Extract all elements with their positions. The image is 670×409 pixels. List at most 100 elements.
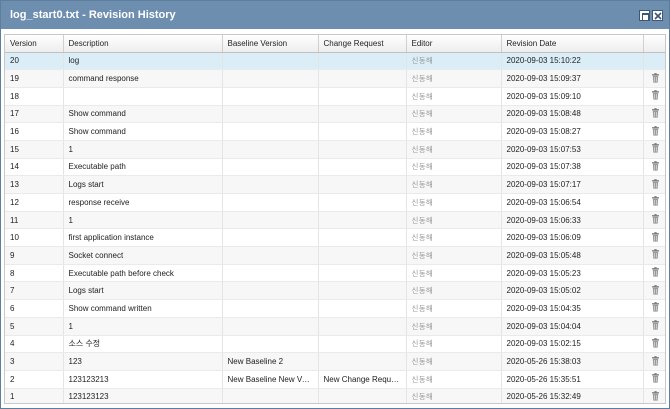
description-cell: 1 xyxy=(63,140,223,159)
delete-cell xyxy=(643,228,665,248)
table-row[interactable]: 6 Show command written 신동해 2020-09-03 15:04… xyxy=(5,299,665,318)
trash-icon[interactable] xyxy=(651,143,660,155)
trash-icon[interactable] xyxy=(651,355,660,368)
trash-icon[interactable] xyxy=(651,302,660,314)
revision-date-cell: 2020-09-03 15:08:27 xyxy=(501,122,644,141)
revision-history-window: log_start0.txt - Revision History Versio… xyxy=(0,0,670,409)
revision-date-cell: 2020-09-03 15:07:53 xyxy=(501,140,644,159)
version-cell: 14 xyxy=(5,158,64,177)
trash-icon[interactable] xyxy=(651,214,660,226)
delete-cell xyxy=(643,388,665,403)
baseline-version-cell xyxy=(222,264,319,283)
table-row[interactable]: 3 123 New Baseline 2 신동해 2020-05-26 15:38:03 xyxy=(5,352,665,371)
baseline-version-cell xyxy=(222,299,319,318)
trash-icon[interactable] xyxy=(651,161,660,173)
table-row[interactable]: 20 log 신동해 2020-09-03 15:10:22 xyxy=(5,52,665,71)
table-row[interactable]: 1 123123123 신동해 2020-05-26 15:32:49 xyxy=(5,388,665,403)
table-row[interactable]: 12 response receive 신동해 2020-09-03 15:06:54 xyxy=(5,193,665,212)
column-header-description[interactable]: Description xyxy=(63,35,223,53)
column-header-actions xyxy=(643,35,665,53)
trash-icon[interactable] xyxy=(651,391,660,403)
delete-cell xyxy=(643,281,665,301)
column-header-revision-date[interactable]: Revision Date xyxy=(501,35,644,53)
change-request-cell xyxy=(318,211,407,230)
table-row[interactable]: 16 Show command 신동해 2020-09-03 15:08:27 xyxy=(5,122,665,141)
trash-icon[interactable] xyxy=(651,267,660,279)
table-row[interactable]: 17 Show command 신동해 2020-09-03 15:08:48 xyxy=(5,105,665,124)
title-bar[interactable]: log_start0.txt - Revision History xyxy=(1,1,669,29)
trash-icon[interactable] xyxy=(651,196,660,208)
editor-cell: 신동해 xyxy=(406,317,502,336)
version-cell: 8 xyxy=(5,264,64,283)
revision-table: Version Description Baseline Version Cha… xyxy=(5,35,665,403)
description-cell: command response xyxy=(63,69,223,88)
table-row[interactable]: 13 Logs start 신동해 2020-09-03 15:07:17 xyxy=(5,175,665,194)
table-row[interactable]: 10 first application instance 신동해 2020-09-0… xyxy=(5,228,665,248)
baseline-version-cell xyxy=(222,87,319,106)
description-cell: first application instance xyxy=(63,228,223,248)
table-row[interactable]: 18 신동해 2020-09-03 15:09:10 xyxy=(5,87,665,106)
table-row[interactable]: 11 1 신동해 2020-09-03 15:06:33 xyxy=(5,211,665,230)
trash-icon[interactable] xyxy=(651,284,660,297)
change-request-cell: New Change Request xyxy=(318,370,407,389)
trash-icon[interactable] xyxy=(651,249,660,261)
editor-cell: 신동해 xyxy=(406,264,502,283)
table-row[interactable]: 9 Socket connect 신동해 2020-09-03 15:05:48 xyxy=(5,246,665,265)
revision-date-cell: 2020-09-03 15:04:35 xyxy=(501,299,644,318)
change-request-cell xyxy=(318,122,407,141)
trash-icon[interactable] xyxy=(651,125,660,138)
revision-date-cell: 2020-05-26 15:38:03 xyxy=(501,352,644,371)
editor-cell: 신동해 xyxy=(406,246,502,265)
close-icon[interactable] xyxy=(652,9,663,21)
description-cell: Show command written xyxy=(63,299,223,318)
revision-date-cell: 2020-09-03 15:09:10 xyxy=(501,87,644,106)
table-row[interactable]: 19 command response 신동해 2020-09-03 15:09:37 xyxy=(5,69,665,88)
baseline-version-cell xyxy=(222,335,319,354)
revision-date-cell: 2020-09-03 15:02:15 xyxy=(501,335,644,354)
trash-icon[interactable] xyxy=(651,108,660,120)
version-cell: 6 xyxy=(5,299,64,318)
baseline-version-cell xyxy=(222,388,319,403)
delete-cell xyxy=(643,370,665,389)
baseline-version-cell xyxy=(222,122,319,141)
trash-icon[interactable] xyxy=(651,72,660,85)
baseline-version-cell: New Baseline 2 xyxy=(222,352,319,371)
trash-icon[interactable] xyxy=(651,338,660,350)
baseline-version-cell xyxy=(222,228,319,248)
table-row[interactable]: 14 Executable path 신동해 2020-09-03 15:07:38 xyxy=(5,158,665,177)
trash-icon[interactable] xyxy=(651,231,660,244)
maximize-icon[interactable] xyxy=(639,9,650,21)
column-header-change-request[interactable]: Change Request xyxy=(318,35,407,53)
change-request-cell xyxy=(318,264,407,283)
delete-cell xyxy=(643,264,665,283)
delete-cell xyxy=(643,158,665,177)
baseline-version-cell xyxy=(222,140,319,159)
table-row[interactable]: 15 1 신동해 2020-09-03 15:07:53 xyxy=(5,140,665,159)
table-row[interactable]: 8 Executable path before check 신동해 2020-09-… xyxy=(5,264,665,283)
description-cell xyxy=(63,87,223,106)
version-cell: 15 xyxy=(5,140,64,159)
trash-icon[interactable] xyxy=(651,373,660,385)
change-request-cell xyxy=(318,175,407,194)
trash-icon[interactable] xyxy=(651,320,660,332)
description-cell: Logs start xyxy=(63,281,223,301)
description-cell: 1 xyxy=(63,211,223,230)
version-cell: 18 xyxy=(5,87,64,106)
revision-date-cell: 2020-09-03 15:04:04 xyxy=(501,317,644,336)
baseline-version-cell xyxy=(222,158,319,177)
editor-cell: 신동해 xyxy=(406,140,502,159)
trash-icon[interactable] xyxy=(651,90,660,102)
version-cell: 1 xyxy=(5,388,64,403)
baseline-version-cell: New Baseline New Ve... xyxy=(222,370,319,389)
delete-cell xyxy=(643,246,665,265)
table-row[interactable]: 2 123123213 New Baseline New Ve... New Chan… xyxy=(5,370,665,389)
trash-icon[interactable] xyxy=(651,178,660,191)
revision-date-cell: 2020-09-03 15:10:22 xyxy=(501,52,644,71)
column-header-baseline-version[interactable]: Baseline Version xyxy=(222,35,319,53)
column-header-editor[interactable]: Editor xyxy=(406,35,502,53)
table-row[interactable]: 5 1 신동해 2020-09-03 15:04:04 xyxy=(5,317,665,336)
table-row[interactable]: 7 Logs start 신동해 2020-09-03 15:05:02 xyxy=(5,281,665,301)
column-header-version[interactable]: Version xyxy=(5,35,64,53)
version-cell: 11 xyxy=(5,211,64,230)
table-row[interactable]: 4 소스 수정 신동해 2020-09-03 15:02:15 xyxy=(5,335,665,354)
